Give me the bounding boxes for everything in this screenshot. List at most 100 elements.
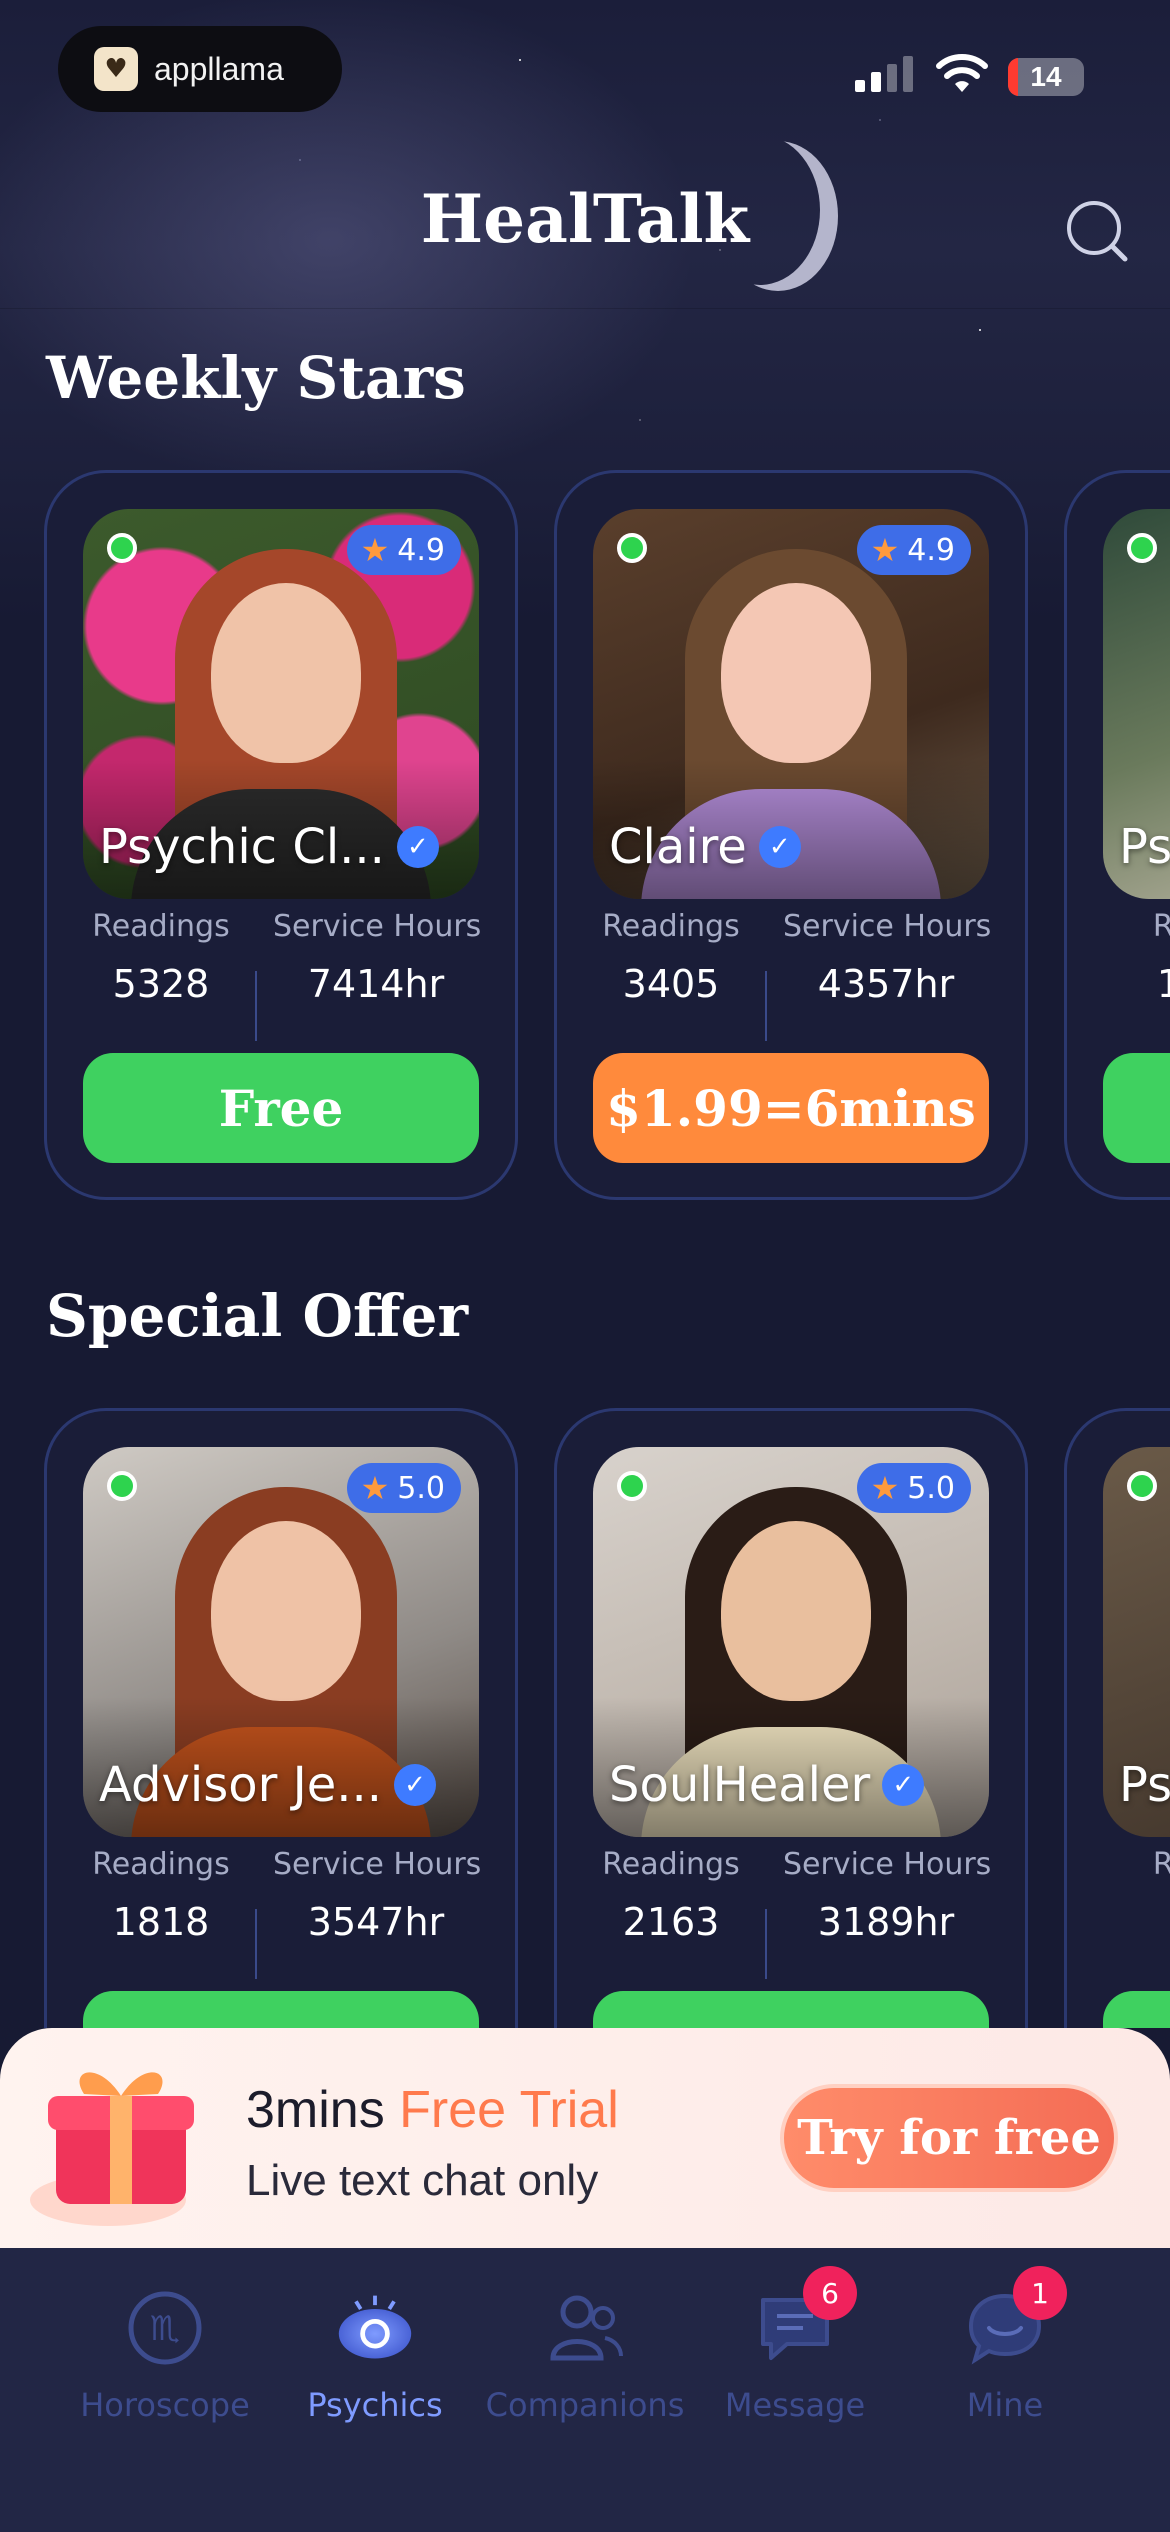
psychic-photo: ★ 5.0 SoulHealer ✓ (593, 1447, 989, 1837)
star-icon: ★ (360, 531, 390, 569)
app-indicator-pill[interactable]: ♥ appllama (58, 26, 342, 112)
free-button[interactable]: Free (83, 1053, 479, 1163)
chat-button[interactable] (1103, 1991, 1170, 2028)
eye-icon (338, 2295, 412, 2359)
tab-label: Psychics (307, 2386, 443, 2424)
chat-button[interactable] (593, 1991, 989, 2028)
rating-badge: ★ 5.0 (856, 1463, 971, 1513)
tab-horoscope[interactable]: ♏ Horoscope (60, 2288, 270, 2424)
readings-label: Readings (92, 1847, 230, 1882)
online-indicator (1127, 1471, 1157, 1501)
search-button[interactable] (1060, 194, 1136, 270)
search-icon (1067, 201, 1128, 262)
readings-label: Readings (602, 909, 740, 944)
free-button[interactable] (1103, 1053, 1170, 1163)
bottom-tab-bar: ♏ Horoscope Psychics Companions 6 Messag… (0, 2248, 1170, 2532)
mine-badge: 1 (1013, 2266, 1067, 2320)
star-icon: ★ (870, 1469, 900, 1507)
page-title: HealTalk (420, 180, 750, 258)
readings-value: 15 (1156, 962, 1170, 1006)
rating-badge: ★ 5.0 (346, 1463, 461, 1513)
service-hours-value: 7414hr (307, 962, 445, 1006)
paid-session-button[interactable]: $1.99=6mins (593, 1053, 989, 1163)
try-for-free-button[interactable]: Try for free (780, 2084, 1118, 2192)
weekly-stars-carousel[interactable]: ★ 4.9 Psychic Cl... ✓ Readings 5328 Serv… (0, 470, 1170, 1200)
stats-divider (765, 1909, 767, 1979)
battery-level: 14 (1030, 61, 1062, 92)
readings-label: Readings (92, 909, 230, 944)
special-offer-carousel[interactable]: ★ 5.0 Advisor Je... ✓ Readings 1818 Serv… (0, 1408, 1170, 2028)
readings-value: 2163 (622, 1900, 720, 1944)
stats-divider (765, 971, 767, 1041)
tab-psychics[interactable]: Psychics (270, 2288, 480, 2424)
readings-label: Readings (602, 1847, 740, 1882)
header-divider (0, 308, 1170, 309)
gift-box-icon (30, 2072, 194, 2226)
rating-badge: ★ 4.9 (346, 525, 461, 575)
readings-value: 3405 (622, 962, 720, 1006)
readings-label: Rea (1152, 909, 1170, 944)
psychic-name: SoulHealer (609, 1757, 871, 1813)
section-title-special-offer: Special Offer (46, 1282, 469, 1350)
psychic-stats: Readings 5328 Service Hours 7414hr (83, 909, 482, 1041)
online-indicator (617, 1471, 647, 1501)
app-name: appllama (154, 50, 284, 87)
people-icon (550, 2295, 623, 2361)
scorpio-icon: ♏ (128, 2291, 202, 2365)
psychic-name: Ps (1119, 1757, 1170, 1813)
battery-icon: 14 (1008, 58, 1084, 96)
signal-icon (855, 56, 913, 92)
message-badge: 6 (803, 2266, 857, 2320)
tab-message[interactable]: 6 Message (690, 2266, 900, 2424)
online-indicator (1127, 533, 1157, 563)
psychic-card[interactable]: ★ 4.9 Psychic Cl... ✓ Readings 5328 Serv… (44, 470, 518, 1200)
psychic-stats: Readings 1818 Service Hours 3547hr (83, 1847, 482, 1979)
service-hours-label: Service Hours (273, 1847, 482, 1882)
tab-label: Message (724, 2386, 866, 2424)
online-indicator (107, 533, 137, 563)
psychic-photo: ★ 4.9 Psychic Cl... ✓ (83, 509, 479, 899)
wifi-icon (936, 54, 988, 92)
tab-label: Companions (485, 2386, 685, 2424)
trial-title-highlight: Free Trial (399, 2081, 619, 2139)
trial-title: 3mins Free Trial (246, 2081, 619, 2139)
online-indicator (107, 1471, 137, 1501)
psychic-stats: Readings 3405 Service Hours 4357hr (593, 909, 991, 1041)
chat-button[interactable] (83, 1991, 479, 2028)
psychic-photo: Ps (1103, 509, 1170, 899)
online-indicator (617, 533, 647, 563)
service-hours-value: 4357hr (817, 962, 955, 1006)
verified-badge-icon: ✓ (882, 1764, 925, 1806)
status-bar: ♥ appllama 14 (0, 0, 1170, 130)
service-hours-label: Service Hours (783, 1847, 992, 1882)
psychic-card[interactable]: Ps Rea 15 (1064, 470, 1170, 1200)
psychic-card[interactable]: ★ 4.9 Claire ✓ Readings 3405 Service Hou… (554, 470, 1028, 1200)
psychic-stats: Rea 15 (1103, 909, 1170, 1029)
readings-value: 5328 (112, 962, 210, 1006)
psychic-card[interactable]: Ps Rea 5 (1064, 1408, 1170, 2028)
psychic-name: Ps (1119, 819, 1170, 875)
service-hours-value: 3189hr (817, 1900, 955, 1944)
stats-divider (255, 1909, 257, 1979)
psychic-photo: ★ 4.9 Claire ✓ (593, 509, 989, 899)
rating-badge: ★ 4.9 (856, 525, 971, 575)
tab-label: Horoscope (80, 2386, 250, 2424)
readings-value: 1818 (112, 1900, 210, 1944)
psychic-name: Claire (609, 819, 747, 875)
verified-badge-icon: ✓ (396, 826, 439, 868)
psychic-stats: Rea 5 (1103, 1847, 1170, 1967)
free-trial-banner[interactable]: 3mins Free Trial Live text chat only Try… (0, 2028, 1170, 2248)
star-icon: ★ (870, 531, 900, 569)
tab-companions[interactable]: Companions (480, 2288, 690, 2424)
readings-value: 5 (1103, 1900, 1170, 1944)
psychic-card[interactable]: ★ 5.0 SoulHealer ✓ Readings 2163 Service… (554, 1408, 1028, 2028)
star-icon: ★ (360, 1469, 390, 1507)
tab-mine[interactable]: 1 Mine (900, 2266, 1110, 2424)
psychic-name: Advisor Je... (99, 1757, 383, 1813)
stats-divider (255, 971, 257, 1041)
psychic-card[interactable]: ★ 5.0 Advisor Je... ✓ Readings 1818 Serv… (44, 1408, 518, 2028)
service-hours-label: Service Hours (273, 909, 482, 944)
svg-text:♏: ♏ (150, 2309, 180, 2349)
psychic-photo: Ps (1103, 1447, 1170, 1837)
service-hours-value: 3547hr (307, 1900, 445, 1944)
